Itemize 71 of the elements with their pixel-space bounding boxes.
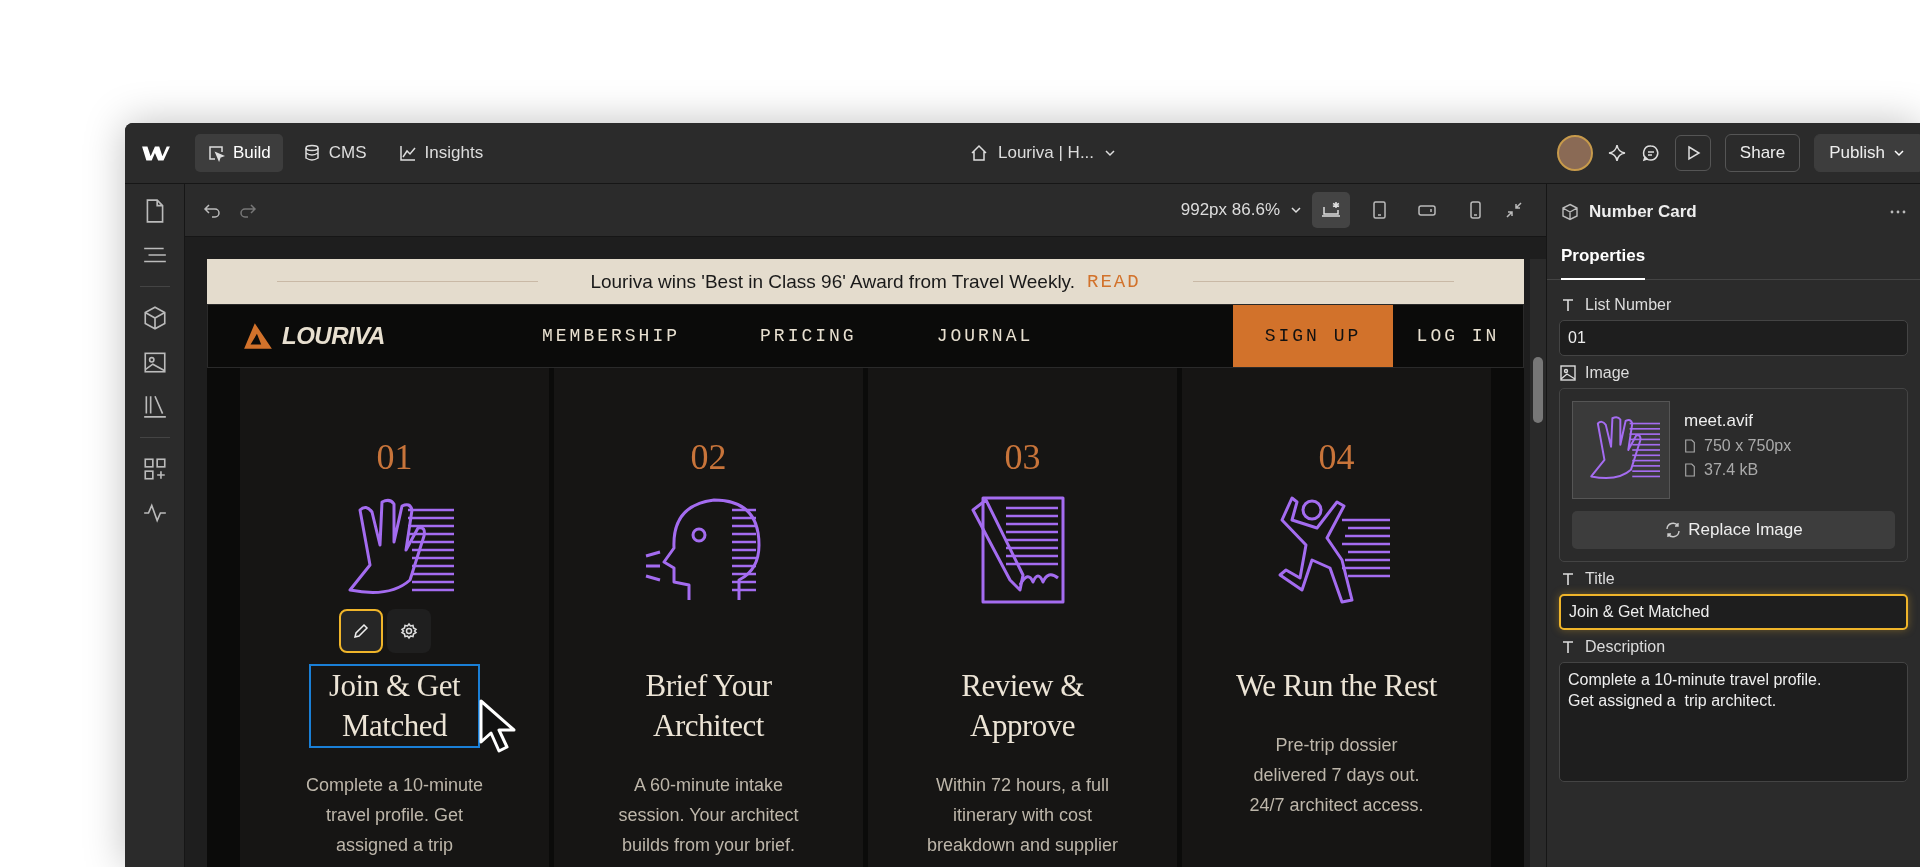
description-textarea[interactable]: Complete a 10-minute travel profile. Get assigned a trip architect. (1559, 662, 1908, 782)
home-icon (970, 144, 988, 162)
replace-image-button[interactable]: Replace Image (1572, 511, 1895, 549)
nav-link[interactable]: MEMBERSHIP (542, 326, 681, 346)
publish-button[interactable]: Publish (1814, 134, 1920, 172)
breakpoint-button[interactable] (1312, 192, 1350, 228)
triangle-logo-icon[interactable] (242, 321, 274, 351)
file-icon (1684, 463, 1696, 477)
user-avatar[interactable] (1556, 135, 1593, 171)
image-thumbnail[interactable] (1572, 401, 1670, 499)
chevron-down-icon[interactable] (1290, 204, 1302, 216)
cube-icon (1561, 203, 1579, 221)
nav-link[interactable]: JOURNAL (936, 326, 1034, 346)
step-number: 03 (1004, 436, 1041, 478)
sparkle-icon[interactable] (1606, 143, 1627, 163)
field-label: Title (1585, 570, 1615, 588)
mode-tab[interactable]: Insights (386, 134, 496, 172)
field-label: Image (1585, 364, 1630, 382)
file-name: meet.avif (1684, 411, 1754, 431)
step-description: Within 72 hours, a full itinerary with cost breakdown and supplier (926, 774, 1119, 857)
scrollbar-thumb[interactable] (1533, 357, 1543, 423)
line-chart-icon (398, 144, 417, 162)
more-options-icon[interactable] (1890, 210, 1906, 214)
step-title: Brief Your Architect (644, 667, 773, 745)
image-icon (1559, 364, 1577, 382)
brand-name[interactable]: LOURIVA (282, 322, 385, 350)
pencil-icon (351, 622, 370, 640)
edit-button[interactable] (338, 609, 383, 653)
chevron-down-icon[interactable] (1104, 147, 1117, 159)
field-label: List Number (1585, 296, 1672, 314)
redo-icon[interactable] (239, 201, 257, 219)
canvas-size-dropdown[interactable]: 992px 86.6% (1180, 200, 1280, 220)
chevron-down-icon (1893, 147, 1905, 159)
settings-icon (399, 622, 418, 640)
cube-icon[interactable] (141, 305, 168, 331)
text-input[interactable]: 01 (1559, 320, 1908, 356)
file-size: 37.4 kB (1704, 461, 1759, 479)
settings-button[interactable] (386, 609, 431, 653)
step-number: 04 (1318, 436, 1355, 478)
step-description: Complete a 10-minute travel profile. Get assigned a trip (305, 774, 484, 857)
mode-tab[interactable]: CMS (290, 134, 379, 172)
undo-icon[interactable] (203, 201, 221, 219)
sign-up-button[interactable]: SIGN UP (1233, 305, 1393, 367)
image-dimensions: 750 x 750px (1704, 437, 1792, 455)
step-number: 02 (690, 436, 727, 478)
announcement-text: Louriva wins 'Best in Class 96' Award from Travel Weekly. (590, 270, 1075, 293)
apps-icon[interactable] (141, 456, 168, 482)
component-name: Number Card (1589, 202, 1698, 222)
step-number: 01 (376, 436, 413, 478)
step-title: Join & Get Matched (308, 664, 481, 748)
library-icon[interactable] (141, 393, 168, 419)
step-description: A 60-minute intake session. Your architect builds from your brief. (618, 774, 799, 857)
desktop-icon (1321, 200, 1341, 220)
file-icon (1684, 439, 1696, 453)
database-icon (302, 144, 321, 162)
step-title: We Run the Rest (1235, 667, 1438, 705)
step-description: Pre-trip dossier delivered 7 days out. 24/7 architect access. (1249, 734, 1424, 817)
panel-tab[interactable]: Properties (1561, 236, 1646, 280)
cursor-select-icon (207, 144, 225, 162)
step-title: Review & Approve (960, 667, 1085, 745)
comment-icon[interactable] (1640, 143, 1661, 163)
preview-button[interactable] (1674, 135, 1711, 171)
share-button[interactable]: Share (1724, 134, 1801, 172)
refresh-icon (1664, 521, 1683, 539)
nav-link[interactable]: PRICING (760, 326, 857, 346)
field-label: Description (1585, 638, 1666, 656)
text-input[interactable]: Join & Get Matched (1559, 594, 1908, 630)
collapse-icon[interactable] (1504, 200, 1524, 220)
log-in-link[interactable]: LOG IN (1393, 326, 1523, 346)
mode-tab[interactable]: Build (195, 134, 283, 172)
page-selector[interactable]: Louriva | H... (998, 143, 1095, 163)
